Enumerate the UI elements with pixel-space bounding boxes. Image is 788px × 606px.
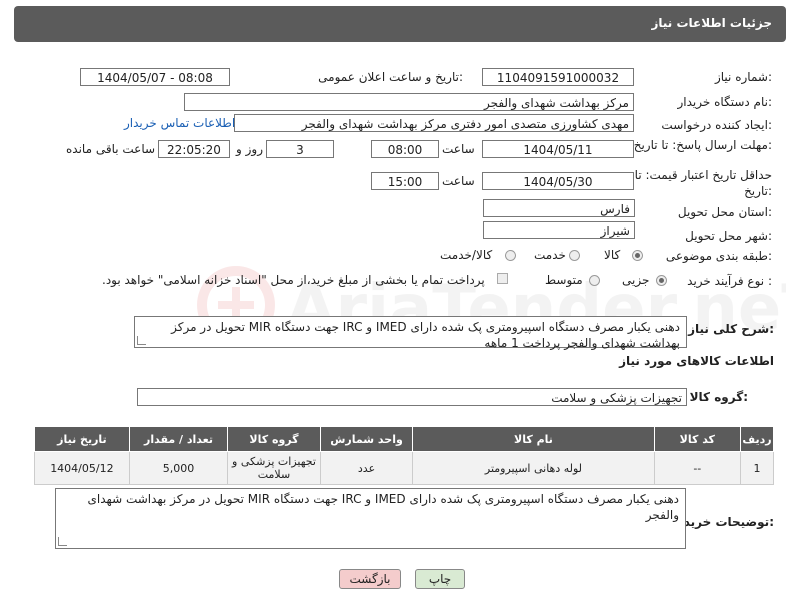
category-radio-goods-service[interactable] — [505, 250, 516, 261]
resize-handle-icon[interactable] — [58, 537, 67, 546]
remaining-time-label: ساعت باقی مانده — [66, 142, 156, 156]
col-goods-group: گروه کالا — [227, 426, 321, 452]
category-goods-label: کالا — [604, 248, 621, 262]
col-item-code: کد کالا — [653, 426, 742, 452]
page-header: جزئیات اطلاعات نیاز — [14, 6, 786, 42]
remaining-time-field: 22:05:20 — [158, 140, 230, 158]
col-item-name: نام کالا — [412, 426, 655, 452]
min-price-date-field: 1404/05/30 — [482, 172, 634, 190]
buyer-org-label: نام دستگاه خریدار: — [677, 95, 773, 109]
category-radio-service[interactable] — [569, 250, 580, 261]
print-button[interactable]: چاپ — [415, 569, 465, 589]
city-field: شیراز — [483, 221, 635, 239]
deadline-date-field: 1404/05/11 — [482, 140, 634, 158]
need-number-label: شماره نیاز: — [714, 70, 772, 84]
days-label: روز و — [236, 142, 263, 156]
page-title: جزئیات اطلاعات نیاز — [651, 16, 772, 30]
buyer-org-field: مرکز بهداشت شهدای والفجر — [184, 93, 634, 111]
buyer-notes-label: توضیحات خریدار: — [672, 515, 774, 529]
announce-label: تاریخ و ساعت اعلان عمومی: — [318, 70, 463, 84]
buyer-notes-text: دهنی یکبار مصرف دستگاه اسپیرومتری پک شده… — [87, 492, 679, 522]
treasury-payment-checkbox[interactable] — [497, 273, 508, 284]
creator-field: مهدی کشاورزی متصدی امور دفتری مرکز بهداش… — [234, 114, 634, 132]
cell-row-number: 1 — [740, 451, 774, 485]
province-field: فارس — [483, 199, 635, 217]
cell-goods-group: تجهیزات پزشکی و سلامت — [227, 451, 321, 485]
process-label: نوع فرآیند خرید : — [687, 274, 772, 288]
cell-need-date: 1404/05/12 — [34, 451, 130, 485]
cell-item-name: لوله دهانی اسپیرومتر — [412, 451, 655, 485]
province-label: استان محل تحویل: — [677, 205, 772, 219]
category-label: طبقه بندی موضوعی: — [665, 249, 772, 263]
days-remaining-field: 3 — [266, 140, 334, 158]
cell-quantity: 5,000 — [128, 451, 229, 485]
description-textarea: دهنی یکبار مصرف دستگاه اسپیرومتری پک شده… — [134, 316, 687, 350]
min-price-time-label: ساعت — [442, 174, 475, 188]
cell-unit: عدد — [319, 451, 414, 485]
city-label: شهر محل تحویل: — [685, 229, 772, 243]
category-radio-goods[interactable] — [632, 250, 643, 261]
table-row: 1 -- لوله دهانی اسپیرومتر عدد تجهیزات پز… — [34, 451, 774, 485]
deadline-label: مهلت ارسال پاسخ: تا تاریخ: — [633, 138, 772, 152]
goods-group-field: تجهیزات پزشکی و سلامت — [137, 388, 687, 406]
min-price-label: حداقل تاریخ اعتبار قیمت: تا تاریخ: — [634, 168, 772, 198]
need-number-field: 1104091591000032 — [482, 68, 634, 86]
process-medium-label: متوسط — [545, 273, 583, 287]
deadline-time-field: 08:00 — [371, 140, 439, 158]
buyer-contact-link[interactable]: اطلاعات تماس خریدار — [124, 116, 235, 130]
back-button[interactable]: بازگشت — [339, 569, 401, 589]
col-need-date: تاریخ نیاز — [34, 426, 130, 452]
col-unit: واحد شمارش — [319, 426, 414, 452]
creator-label: ایجاد کننده درخواست: — [661, 118, 772, 132]
goods-info-title: اطلاعات کالاهای مورد نیاز — [619, 354, 774, 368]
treasury-payment-note: پرداخت تمام یا بخشی از مبلغ خرید،از محل … — [102, 273, 485, 287]
goods-table: ردیف کد کالا نام کالا واحد شمارش گروه کا… — [34, 426, 774, 485]
category-service-label: خدمت — [534, 248, 566, 262]
deadline-time-label: ساعت — [442, 142, 475, 156]
goods-group-label: گروه کالا: — [689, 390, 748, 404]
cell-item-code: -- — [653, 451, 742, 485]
buyer-notes-textarea: دهنی یکبار مصرف دستگاه اسپیرومتری پک شده… — [55, 488, 686, 549]
category-goods-service-label: کالا/خدمت — [440, 248, 493, 262]
process-radio-medium[interactable] — [589, 275, 600, 286]
announce-datetime-field: 1404/05/07 - 08:08 — [80, 68, 230, 86]
col-quantity: تعداد / مقدار — [128, 426, 229, 452]
min-price-time-field: 15:00 — [371, 172, 439, 190]
process-radio-minor[interactable] — [656, 275, 667, 286]
resize-handle-icon[interactable] — [137, 336, 146, 345]
process-minor-label: جزیی — [622, 273, 650, 287]
col-row-number: ردیف — [740, 426, 774, 452]
description-text: دهنی یکبار مصرف دستگاه اسپیرومتری پک شده… — [171, 320, 680, 350]
goods-table-header: ردیف کد کالا نام کالا واحد شمارش گروه کا… — [34, 426, 774, 452]
description-label: شرح کلی نیاز: — [688, 322, 774, 336]
